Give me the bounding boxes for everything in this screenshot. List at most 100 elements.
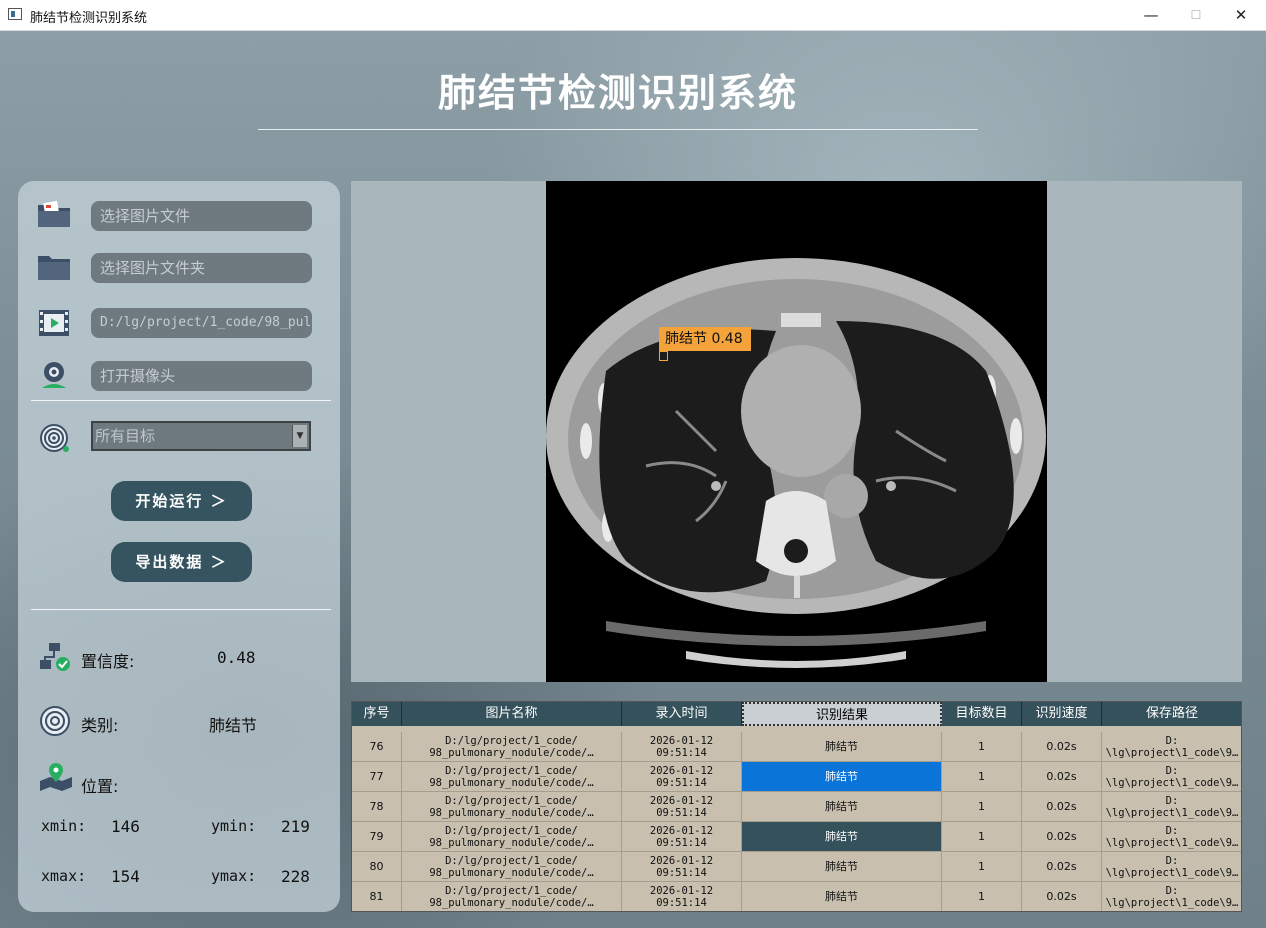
cell-result: 肺结节 <box>742 732 942 761</box>
image-folder-icon[interactable] <box>36 199 72 229</box>
image-file-input[interactable]: 选择图片文件 <box>91 201 312 231</box>
cell-index: 77 <box>352 762 402 791</box>
maximize-button[interactable]: ☐ <box>1173 0 1219 31</box>
ymax-label: ymax: <box>211 867 257 885</box>
cell-count: 1 <box>942 792 1022 821</box>
class-label: 类别: <box>81 716 119 735</box>
cell-image-name: D:/lg/project/1_code/ 98_pulmonary_nodul… <box>402 822 622 851</box>
app-icon <box>8 8 22 20</box>
minimize-button[interactable]: — <box>1128 0 1174 31</box>
table-row[interactable]: 79 D:/lg/project/1_code/ 98_pulmonary_no… <box>352 822 1241 852</box>
cell-count: 1 <box>942 822 1022 851</box>
cell-index: 78 <box>352 792 402 821</box>
cell-time: 2026-01-12 09:51:14 <box>622 732 742 761</box>
xmin-label: xmin: <box>41 817 87 835</box>
cell-save-path: D: \lg\project\1_code\9… <box>1102 792 1241 821</box>
ymin-value: 219 <box>281 817 310 836</box>
results-table: 序号 图片名称 录入时间 识别结果 目标数目 识别速度 保存路径 76 D:/l… <box>351 701 1242 912</box>
cell-speed: 0.02s <box>1022 732 1102 761</box>
table-header: 序号 图片名称 录入时间 识别结果 目标数目 识别速度 保存路径 <box>352 702 1241 726</box>
cell-count: 1 <box>942 732 1022 761</box>
table-row[interactable]: 77 D:/lg/project/1_code/ 98_pulmonary_no… <box>352 762 1241 792</box>
confidence-value: 0.48 <box>217 648 256 667</box>
folder-icon[interactable] <box>36 252 72 282</box>
title-divider <box>258 129 978 130</box>
col-index[interactable]: 序号 <box>352 702 402 726</box>
close-button[interactable]: ✕ <box>1218 0 1264 31</box>
col-speed[interactable]: 识别速度 <box>1022 702 1102 726</box>
class-value: 肺结节 <box>209 716 258 735</box>
target-select[interactable]: 所有目标 ▼ <box>91 421 311 451</box>
ymax-value: 228 <box>281 867 310 886</box>
xmax-value: 154 <box>111 867 140 886</box>
cell-index: 79 <box>352 822 402 851</box>
export-button[interactable]: 导出数据 ＞ <box>111 542 252 582</box>
cell-result-selected: 肺结节 <box>742 762 942 791</box>
panel-divider-2 <box>31 609 331 610</box>
col-time[interactable]: 录入时间 <box>622 702 742 726</box>
cell-save-path: D: \lg\project\1_code\9… <box>1102 882 1241 911</box>
target-icon <box>40 424 69 452</box>
cell-speed: 0.02s <box>1022 792 1102 821</box>
cell-speed: 0.02s <box>1022 882 1102 911</box>
page-title: 肺结节检测识别系统 <box>437 71 798 115</box>
location-icon <box>40 763 72 791</box>
cell-speed: 0.02s <box>1022 762 1102 791</box>
cell-index: 80 <box>352 852 402 881</box>
video-icon[interactable] <box>36 308 72 338</box>
cell-count: 1 <box>942 882 1022 911</box>
image-folder-input[interactable]: 选择图片文件夹 <box>91 253 312 283</box>
cell-save-path: D: \lg\project\1_code\9… <box>1102 822 1241 851</box>
cell-speed: 0.02s <box>1022 822 1102 851</box>
cell-index: 81 <box>352 882 402 911</box>
cell-result: 肺结节 <box>742 792 942 821</box>
cell-image-name: D:/lg/project/1_code/ 98_pulmonary_nodul… <box>402 732 622 761</box>
cell-time: 2026-01-12 09:51:14 <box>622 852 742 881</box>
cell-image-name: D:/lg/project/1_code/ 98_pulmonary_nodul… <box>402 852 622 881</box>
chevron-down-icon[interactable]: ▼ <box>292 425 307 447</box>
class-icon <box>40 706 70 736</box>
cell-image-name: D:/lg/project/1_code/ 98_pulmonary_nodul… <box>402 792 622 821</box>
table-row[interactable]: 80 D:/lg/project/1_code/ 98_pulmonary_no… <box>352 852 1241 882</box>
window-title: 肺结节检测识别系统 <box>30 11 148 26</box>
confidence-label: 置信度: <box>81 652 135 671</box>
col-result[interactable]: 识别结果 <box>742 702 942 726</box>
ct-scan-drawing <box>546 258 1046 668</box>
cell-result: 肺结节 <box>742 882 942 911</box>
camera-input[interactable]: 打开摄像头 <box>91 361 312 391</box>
col-count[interactable]: 目标数目 <box>942 702 1022 726</box>
cell-speed: 0.02s <box>1022 852 1102 881</box>
xmax-label: xmax: <box>41 867 87 885</box>
cell-time: 2026-01-12 09:51:14 <box>622 792 742 821</box>
table-row[interactable]: 78 D:/lg/project/1_code/ 98_pulmonary_no… <box>352 792 1241 822</box>
cell-image-name: D:/lg/project/1_code/ 98_pulmonary_nodul… <box>402 882 622 911</box>
position-label: 位置: <box>81 777 119 796</box>
window-titlebar: 肺结节检测识别系统 — ☐ ✕ <box>0 0 1266 31</box>
cell-save-path: D: \lg\project\1_code\9… <box>1102 852 1241 881</box>
cell-index: 76 <box>352 732 402 761</box>
table-row[interactable]: 76 D:/lg/project/1_code/ 98_pulmonary_no… <box>352 732 1241 762</box>
cell-image-name: D:/lg/project/1_code/ 98_pulmonary_nodul… <box>402 762 622 791</box>
panel-divider <box>31 400 331 401</box>
target-select-value: 所有目标 <box>95 427 156 445</box>
cell-save-path: D: \lg\project\1_code\9… <box>1102 732 1241 761</box>
run-button[interactable]: 开始运行 ＞ <box>111 481 252 521</box>
col-save-path[interactable]: 保存路径 <box>1102 702 1241 726</box>
ymin-label: ymin: <box>211 817 257 835</box>
video-path-input[interactable]: D:/lg/project/1_code/98_pulmonary_nodule… <box>91 308 312 338</box>
cell-time: 2026-01-12 09:51:14 <box>622 822 742 851</box>
ct-scan-image <box>546 181 1047 682</box>
camera-icon[interactable] <box>36 360 72 390</box>
cell-count: 1 <box>942 852 1022 881</box>
xmin-value: 146 <box>111 817 140 836</box>
confidence-icon <box>40 643 70 671</box>
cell-time: 2026-01-12 09:51:14 <box>622 882 742 911</box>
cell-result-current: 肺结节 <box>742 822 942 851</box>
cell-time: 2026-01-12 09:51:14 <box>622 762 742 791</box>
table-row[interactable]: 81 D:/lg/project/1_code/ 98_pulmonary_no… <box>352 882 1241 911</box>
detection-label: 肺结节 0.48 <box>659 327 751 351</box>
detection-box[interactable] <box>659 351 668 361</box>
cell-result: 肺结节 <box>742 852 942 881</box>
cell-save-path: D: \lg\project\1_code\9… <box>1102 762 1241 791</box>
col-image-name[interactable]: 图片名称 <box>402 702 622 726</box>
